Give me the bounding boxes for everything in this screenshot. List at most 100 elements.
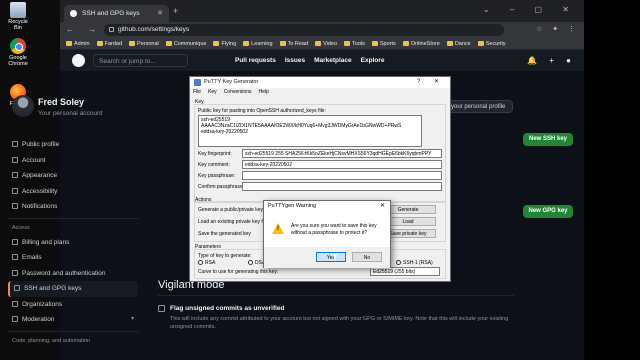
- github-logo-icon[interactable]: [72, 54, 85, 67]
- bookmark-folder[interactable]: Sports: [371, 41, 396, 47]
- public-key-label: Public key for pasting into OpenSSH auth…: [198, 108, 326, 114]
- vigilant-checkbox-label: Flag unsigned commits as unverified: [170, 305, 285, 312]
- new-gpg-key-button[interactable]: New GPG key: [523, 205, 573, 218]
- github-nav: Pull requests Issues Marketplace Explore: [235, 57, 394, 64]
- fingerprint-label: Key fingerprint:: [198, 151, 232, 157]
- bookmark-folder[interactable]: Admin: [66, 41, 90, 47]
- url-text: github.com/settings/keys: [118, 26, 190, 33]
- sidebar-item-billing[interactable]: Billing and plans: [8, 235, 138, 251]
- new-tab-icon[interactable]: +: [173, 6, 178, 16]
- recycle-bin-shortcut[interactable]: Recycle Bin: [4, 2, 32, 31]
- warning-title: PuTTYgen Warning: [268, 203, 317, 209]
- puttygen-titlebar: PuTTY Key Generator ? ✕: [190, 77, 450, 88]
- tab-ssh-gpg-keys[interactable]: SSH and GPG keys ✕: [64, 5, 169, 22]
- puttygen-title: PuTTY Key Generator: [204, 79, 259, 85]
- bookmark-folder[interactable]: Flying: [213, 41, 236, 47]
- vigilant-checkbox[interactable]: [158, 305, 165, 312]
- folder-icon: [446, 41, 453, 46]
- sidebar-item-notifications[interactable]: Notifications: [8, 199, 138, 215]
- rsa-radio[interactable]: [198, 260, 203, 265]
- bookmark-folder[interactable]: OnlineStore: [402, 41, 440, 47]
- no-button[interactable]: No: [352, 252, 382, 262]
- curve-select[interactable]: Ed25519 (255 bits): [370, 267, 440, 276]
- tab-bar: SSH and GPG keys ✕ + ⌄ – ▢ ✕: [60, 0, 584, 22]
- sidebar-item-appearance[interactable]: Appearance: [8, 168, 138, 184]
- nav-pull-requests[interactable]: Pull requests: [235, 57, 276, 64]
- address-row: ← → ↻ github.com/settings/keys ☆ ✦ ⋮: [60, 22, 584, 38]
- credit-card-icon: [12, 238, 18, 245]
- vigilant-description: This will include any commit attributed …: [170, 316, 509, 330]
- menu-key[interactable]: Key: [208, 89, 217, 95]
- new-ssh-key-button[interactable]: New SSH key: [523, 133, 573, 146]
- dsa-radio[interactable]: [248, 260, 253, 265]
- report-icon: [12, 316, 18, 322]
- bookmark-folder[interactable]: Communique: [165, 41, 206, 47]
- passphrase-field[interactable]: [242, 171, 442, 180]
- lock-icon[interactable]: [109, 27, 114, 32]
- folder-icon: [402, 41, 409, 46]
- bookmark-folder[interactable]: Personal: [129, 41, 159, 47]
- close-icon[interactable]: ✕: [380, 202, 385, 209]
- folder-icon: [315, 41, 322, 46]
- bookmark-folder[interactable]: Video: [315, 41, 337, 47]
- nav-marketplace[interactable]: Marketplace: [314, 57, 352, 64]
- warning-message: Are you sure you want to save this key w…: [291, 223, 377, 236]
- organization-icon: [12, 300, 18, 307]
- chrome-shortcut[interactable]: Google Chrome: [4, 38, 32, 67]
- sidebar-heading-access: Access: [8, 217, 138, 235]
- sidebar-item-ssh-gpg-keys[interactable]: SSH and GPG keys: [8, 281, 138, 297]
- tab-title: SSH and GPG keys: [82, 10, 140, 17]
- comment-field[interactable]: eddsa-key-20220502: [242, 160, 442, 169]
- header-actions[interactable]: 🔔 + ●: [527, 56, 576, 65]
- menu-file[interactable]: File: [193, 89, 201, 95]
- bookmark-folder[interactable]: Fardad: [96, 41, 122, 47]
- nav-issues[interactable]: Issues: [285, 57, 305, 64]
- settings-nav: Public profile Account Appearance Access…: [8, 137, 138, 348]
- window-controls[interactable]: ⌄ – ▢ ✕: [483, 5, 578, 14]
- fingerprint-field[interactable]: ssh-ed25519 255 SHA256:tKk5oZEkeHjCNsvMH…: [242, 149, 442, 158]
- sidebar-item-accessibility[interactable]: Accessibility: [8, 184, 138, 200]
- close-tab-icon[interactable]: ✕: [157, 9, 163, 17]
- bell-icon: [12, 203, 18, 209]
- search-input[interactable]: Search or jump to...: [93, 54, 188, 67]
- sidebar-item-public-profile[interactable]: Public profile: [8, 137, 138, 153]
- bookmark-folder[interactable]: Learning: [243, 41, 273, 47]
- avatar[interactable]: [12, 95, 34, 117]
- github-header: Search or jump to... Pull requests Issues…: [60, 50, 584, 71]
- rsa-label: RSA: [205, 260, 216, 266]
- curve-label: Curve to use for generating this key:: [198, 269, 279, 275]
- user-subtitle: Your personal account: [38, 110, 103, 117]
- gear-icon: [12, 156, 18, 163]
- warning-footer: Yes No: [264, 247, 390, 268]
- extension-icons[interactable]: ☆ ✦ ⋮: [536, 25, 579, 33]
- chrome-icon: [10, 38, 26, 54]
- yes-button[interactable]: Yes: [316, 252, 346, 262]
- confirm-passphrase-field[interactable]: [242, 182, 442, 191]
- bookmark-folder[interactable]: To Read: [279, 41, 308, 47]
- sidebar-item-account[interactable]: Account: [8, 153, 138, 169]
- shield-icon: [12, 269, 18, 276]
- folder-icon: [279, 41, 286, 46]
- folder-icon: [371, 41, 378, 46]
- public-key-textarea[interactable]: ssh-ed25519 AAAAC3NzaC1lZDI1NTE5AAAAIOE2…: [198, 115, 422, 147]
- bookmark-folder[interactable]: Tools: [344, 41, 365, 47]
- confirm-passphrase-label: Confirm passphrase:: [198, 184, 245, 190]
- bookmark-folder[interactable]: Dance: [446, 41, 471, 47]
- menu-help[interactable]: Help: [258, 89, 268, 95]
- sidebar-item-moderation[interactable]: Moderation ▾: [8, 312, 138, 328]
- menu-conversions[interactable]: Conversions: [224, 89, 252, 95]
- nav-explore[interactable]: Explore: [361, 57, 385, 64]
- window-controls[interactable]: ? ✕: [417, 78, 445, 85]
- folder-icon: [165, 41, 172, 46]
- person-icon: [12, 141, 18, 147]
- bookmark-folder[interactable]: Security: [477, 41, 506, 47]
- comment-label: Key comment:: [198, 162, 230, 168]
- address-bar[interactable]: github.com/settings/keys: [104, 24, 504, 36]
- folder-icon: [66, 41, 72, 46]
- ssh1-radio[interactable]: [396, 260, 401, 265]
- folder-icon: [243, 41, 250, 46]
- sidebar-item-password[interactable]: Password and authentication: [8, 266, 138, 282]
- sidebar-item-emails[interactable]: Emails: [8, 250, 138, 266]
- sidebar-item-organizations[interactable]: Organizations: [8, 297, 138, 313]
- puttygen-warning-dialog: PuTTYgen Warning ✕ ! Are you sure you wa…: [263, 200, 391, 268]
